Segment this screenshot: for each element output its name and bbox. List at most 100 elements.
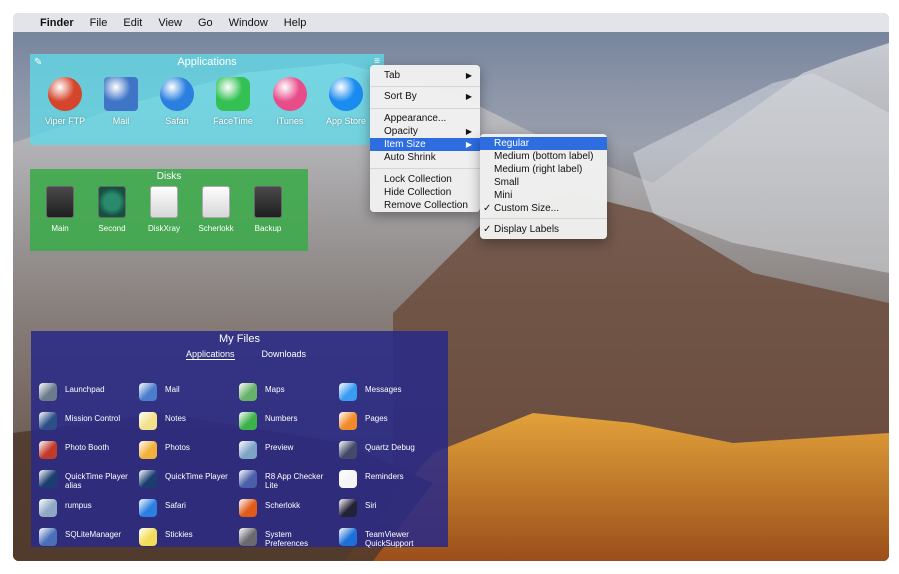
submenu-item-label: Medium (bottom label) [494,151,594,162]
file-item[interactable]: Scherlokk [235,497,335,521]
checkmark-icon: ✓ [483,224,492,235]
disk-label: DiskXray [147,224,180,233]
app-label: iTunes [276,116,304,126]
menu-file[interactable]: File [82,17,116,29]
file-item[interactable]: R8 App Checker Lite [235,468,335,492]
hard-drive-icon [98,186,126,218]
file-item[interactable]: Mail [135,381,235,405]
app-icon [39,499,57,517]
app-item[interactable]: Safari [148,77,206,126]
app-icon [139,499,157,517]
menu-item[interactable]: Remove Collection [370,199,480,212]
disk-item[interactable]: Backup [242,186,294,233]
app-label: Mail [112,116,130,126]
menu-window[interactable]: Window [221,17,276,29]
app-icon [39,383,57,401]
file-item[interactable]: Quartz Debug [335,439,435,463]
disk-item[interactable]: DiskXray [138,186,190,233]
menu-item[interactable]: Auto Shrink [370,151,480,164]
app-label: Viper FTP [44,116,86,126]
file-label: Safari [165,501,186,510]
app-icon [239,499,257,517]
app-label: App Store [325,116,367,126]
file-item[interactable]: TeamViewer QuickSupport [335,526,435,550]
menu-item[interactable]: Hide Collection [370,186,480,199]
file-label: Photos [165,443,190,452]
disks-collection[interactable]: Disks Main Second DiskXray Scherlokk Backup [30,169,308,251]
file-item[interactable]: Notes [135,410,235,434]
my-files-collection[interactable]: My Files Applications Downloads Launchpa… [31,331,448,550]
file-item[interactable]: QuickTime Player alias [35,468,135,492]
submenu-item-label: Small [494,177,520,188]
menu-item[interactable]: Item Size ▶ [370,138,480,151]
file-item[interactable]: Pages [335,410,435,434]
app-icon [339,470,357,488]
disk-item[interactable]: Second [86,186,138,233]
submenu-item[interactable]: Medium (bottom label) [480,150,607,163]
context-menu: Tab ▶ Sort By ▶ Appearance... Opacity ▶ Item Si… [370,65,480,212]
hard-drive-icon [254,186,282,218]
file-item[interactable]: Messages [335,381,435,405]
app-item[interactable]: Viper FTP [36,77,94,126]
menu-item[interactable]: Lock Collection [370,173,480,186]
disk-item[interactable]: Main [34,186,86,233]
file-item[interactable]: Stickies [135,526,235,550]
disk-label: Second [98,224,126,233]
submenu-item[interactable]: Small [480,176,607,189]
file-item[interactable]: rumpus [35,497,135,521]
collection-title: Disks [156,171,182,182]
file-item[interactable]: Reminders [335,468,435,492]
submenu-item-label: Display Labels [494,224,560,235]
app-item[interactable]: FaceTime [204,77,262,126]
menu-item-label: Remove Collection [384,200,468,211]
menu-edit[interactable]: Edit [115,17,150,29]
applications-collection[interactable]: ✎ Applications ≡ Viper FTP Mail Safari Face… [30,54,384,145]
submenu-item[interactable]: Regular [480,137,607,150]
file-item[interactable]: Maps [235,381,335,405]
menu-finder[interactable]: Finder [32,17,82,29]
file-item[interactable]: SQLiteManager [35,526,135,550]
file-item[interactable]: System Preferences [235,526,335,550]
app-item[interactable]: Mail [92,77,150,126]
disk-label: Scherlokk [198,224,234,233]
tab-downloads[interactable]: Downloads [261,349,306,360]
submenu-item[interactable]: ✓ Custom Size... [480,202,607,215]
menu-item-label: Sort By [384,91,417,102]
file-label: Notes [165,414,186,423]
app-icon [339,383,357,401]
menu-view[interactable]: View [150,17,190,29]
menu-item-label: Opacity [384,126,418,137]
file-item[interactable]: QuickTime Player [135,468,235,492]
menu-item[interactable]: Appearance... [370,112,480,125]
file-item[interactable]: Photos [135,439,235,463]
menu-go[interactable]: Go [190,17,221,29]
file-item[interactable]: Siri [335,497,435,521]
checkmark-icon: ✓ [483,203,492,214]
disk-label: Main [51,224,69,233]
app-item[interactable]: App Store [317,77,375,126]
safari-icon [160,77,194,111]
file-label: Mission Control [65,414,121,423]
menu-item[interactable]: Tab ▶ [370,69,480,82]
app-store-icon [329,77,363,111]
file-item[interactable]: Safari [135,497,235,521]
file-item[interactable]: Preview [235,439,335,463]
tab-applications[interactable]: Applications [186,349,235,360]
submenu-item[interactable]: Mini [480,189,607,202]
app-item[interactable]: iTunes [261,77,319,126]
file-item[interactable]: Launchpad [35,381,135,405]
submenu-item[interactable]: Medium (right label) [480,163,607,176]
menu-help[interactable]: Help [276,17,315,29]
menu-item[interactable]: Sort By ▶ [370,90,480,103]
file-item[interactable]: Photo Booth [35,439,135,463]
disk-item[interactable]: Scherlokk [190,186,242,233]
file-label: Siri [365,501,377,510]
submenu-item[interactable]: ✓ Display Labels [480,223,607,236]
file-item[interactable]: Numbers [235,410,335,434]
file-item[interactable]: Mission Control [35,410,135,434]
file-label: Pages [365,414,388,423]
app-label: Safari [165,116,189,126]
menu-item[interactable]: Opacity ▶ [370,125,480,138]
app-icon [139,412,157,430]
collection-title: My Files [219,333,260,345]
